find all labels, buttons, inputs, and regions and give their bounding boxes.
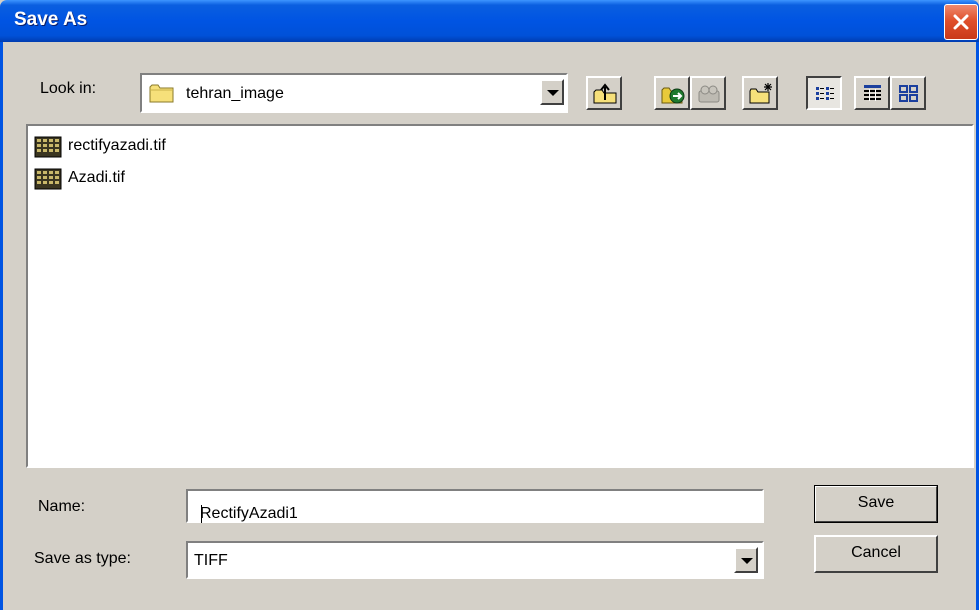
file-name: Azadi.tif [68, 169, 125, 186]
details-view-button[interactable] [854, 76, 890, 110]
cancel-button[interactable]: Cancel [814, 535, 938, 573]
filename-value: RectifyAzadi1 [200, 505, 298, 522]
chevron-down-icon [547, 90, 559, 96]
list-view-button[interactable] [806, 76, 842, 110]
go-folder-icon [661, 87, 685, 104]
save-as-type-select[interactable]: TIFF [186, 541, 764, 579]
folder-icon [149, 84, 174, 103]
go-to-folder-button[interactable] [654, 76, 690, 110]
map-drive-button[interactable] [690, 76, 726, 110]
new-folder-icon [749, 83, 772, 104]
look-in-dropdown-button[interactable] [540, 79, 564, 105]
save-as-dialog: Save As Look in: tehran_image rectifyaza… [0, 0, 979, 610]
file-name: rectifyazadi.tif [68, 137, 166, 154]
thumbnails-view-icon [899, 85, 918, 102]
look-in-combo[interactable]: tehran_image [140, 73, 568, 113]
file-list[interactable]: rectifyazadi.tif Azadi.tif [26, 124, 974, 468]
save-as-type-label: Save as type: [34, 550, 131, 567]
tif-image-icon [34, 168, 62, 190]
window-frame-left [0, 42, 3, 610]
tif-image-icon [34, 136, 62, 158]
window-title: Save As [14, 9, 88, 30]
close-icon [953, 14, 969, 30]
save-as-type-value: TIFF [194, 552, 228, 569]
save-button[interactable]: Save [814, 485, 938, 523]
chevron-down-icon [741, 558, 753, 564]
name-label: Name: [38, 498, 86, 515]
save-as-type-dropdown-button[interactable] [734, 547, 758, 573]
thumbnails-view-button[interactable] [890, 76, 926, 110]
create-new-folder-button[interactable] [742, 76, 778, 110]
list-view-icon [816, 87, 834, 100]
drive-icon [698, 85, 720, 103]
up-one-level-button[interactable] [586, 76, 622, 110]
look-in-value: tehran_image [186, 85, 284, 102]
filename-input[interactable]: RectifyAzadi1 [186, 489, 764, 523]
text-caret [201, 505, 202, 523]
title-bar[interactable]: Save As [0, 0, 979, 42]
look-in-label: Look in: [40, 80, 97, 97]
up-folder-icon [593, 83, 617, 104]
details-view-icon [864, 85, 881, 101]
close-button[interactable] [944, 4, 978, 40]
